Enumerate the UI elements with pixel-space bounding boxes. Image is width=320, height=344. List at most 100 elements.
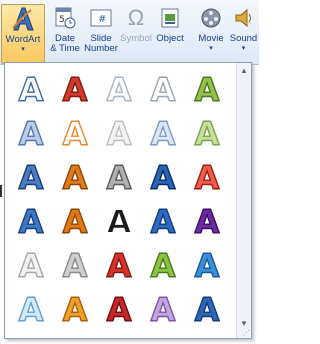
wordart-letter: A [19, 159, 44, 195]
wordart-style-option[interactable]: A [141, 67, 185, 111]
wordart-style-option[interactable]: A [185, 155, 229, 199]
wordart-letter-icon: A [18, 247, 44, 283]
wordart-style-option[interactable]: A [53, 287, 97, 331]
wordart-letter: A [195, 291, 220, 327]
wordart-style-option[interactable]: A [9, 199, 53, 243]
wordart-letter-icon: A [106, 247, 132, 283]
wordart-letter: A [107, 291, 132, 327]
wordart-letter: A [151, 203, 176, 239]
wordart-letter: A [107, 203, 132, 239]
object-button[interactable]: Object [153, 4, 187, 62]
wordart-style-option[interactable]: A [53, 67, 97, 111]
wordart-letter: A [63, 159, 88, 195]
wordart-style-option[interactable]: A [9, 111, 53, 155]
resize-grip-icon[interactable]: ⋰ [243, 329, 250, 337]
wordart-letter-icon: A [62, 159, 88, 195]
wordart-letter: A [151, 71, 176, 107]
slide-number-label-2: Number [84, 43, 118, 54]
wordart-style-option[interactable]: A [185, 111, 229, 155]
wordart-letter: A [63, 247, 88, 283]
wordart-style-option[interactable]: A [53, 111, 97, 155]
wordart-letter-icon: A [106, 203, 132, 239]
date-time-label-2: & Time [50, 43, 80, 54]
wordart-button[interactable]: WordArt ▾ [1, 4, 45, 64]
slide-number-icon: # [87, 4, 115, 32]
scroll-up-icon[interactable]: ▲ [240, 66, 248, 75]
wordart-style-option[interactable]: A [185, 287, 229, 331]
slide-number-button[interactable]: # Slide Number [84, 4, 118, 62]
symbol-button[interactable]: Ω Symbol [119, 4, 153, 62]
wordart-style-option[interactable]: A [53, 155, 97, 199]
wordart-style-option[interactable]: A [9, 155, 53, 199]
date-time-button[interactable]: 5 Date & Time [48, 4, 82, 62]
wordart-style-option[interactable]: A [9, 243, 53, 287]
wordart-letter: A [63, 115, 88, 151]
wordart-letter: A [107, 247, 132, 283]
wordart-style-option[interactable]: A [185, 199, 229, 243]
wordart-label: WordArt [5, 34, 41, 45]
wordart-icon [9, 5, 37, 33]
wordart-style-option[interactable]: A [97, 199, 141, 243]
wordart-letter-icon: A [194, 291, 220, 327]
wordart-letter-icon: A [150, 203, 176, 239]
speaker-icon [230, 4, 258, 32]
wordart-letter-icon: A [150, 247, 176, 283]
object-icon [156, 4, 184, 32]
wordart-letter: A [107, 71, 132, 107]
wordart-letter: A [19, 71, 44, 107]
movie-label: Movie [198, 33, 224, 44]
wordart-style-option[interactable]: A [97, 287, 141, 331]
wordart-letter-icon: A [194, 247, 220, 283]
wordart-letter: A [195, 159, 220, 195]
wordart-letter: A [63, 71, 88, 107]
slide-number-glyph: # [98, 14, 106, 25]
wordart-style-option[interactable]: A [97, 111, 141, 155]
wordart-style-option[interactable]: A [97, 67, 141, 111]
wordart-letter-icon: A [62, 291, 88, 327]
wordart-letter-icon: A [106, 291, 132, 327]
wordart-style-option[interactable]: A [97, 243, 141, 287]
gallery-scrollbar[interactable]: ▲ ▼ [236, 63, 251, 338]
wordart-letter: A [195, 247, 220, 283]
ribbon-insert-group: WordArt ▾ 5 Date & Time # Slide Number Ω… [0, 0, 259, 65]
wordart-letter: A [63, 291, 88, 327]
scroll-down-icon[interactable]: ▼ [240, 319, 248, 328]
chevron-down-icon: ▾ [209, 45, 213, 52]
sound-label: Sound [229, 33, 258, 44]
wordart-letter: A [19, 115, 44, 151]
calendar-clock-icon: 5 [51, 4, 79, 32]
wordart-letter-icon: A [194, 203, 220, 239]
wordart-letter-icon: A [18, 115, 44, 151]
film-reel-icon [197, 4, 225, 32]
wordart-style-option[interactable]: A [53, 243, 97, 287]
wordart-style-option[interactable]: A [9, 287, 53, 331]
wordart-letter-icon: A [150, 71, 176, 107]
wordart-style-option[interactable]: A [141, 287, 185, 331]
wordart-style-option[interactable]: A [185, 67, 229, 111]
wordart-style-option[interactable]: A [141, 155, 185, 199]
wordart-letter-icon: A [106, 159, 132, 195]
wordart-letter-icon: A [150, 159, 176, 195]
wordart-letter-icon: A [106, 115, 132, 151]
wordart-letter: A [195, 115, 220, 151]
wordart-style-option[interactable]: A [141, 199, 185, 243]
movie-button[interactable]: Movie ▾ [196, 4, 226, 62]
wordart-letter: A [19, 291, 44, 327]
chevron-down-icon: ▾ [21, 46, 25, 53]
symbol-label: Symbol [120, 33, 152, 44]
wordart-style-option[interactable]: A [185, 243, 229, 287]
wordart-letter-icon: A [194, 115, 220, 151]
omega-icon: Ω [127, 5, 145, 30]
wordart-style-option[interactable]: A [53, 199, 97, 243]
wordart-letter-icon: A [18, 291, 44, 327]
wordart-style-option[interactable]: A [97, 155, 141, 199]
chevron-down-icon: ▾ [241, 45, 246, 52]
wordart-letter: A [107, 159, 132, 195]
wordart-letter-icon: A [62, 247, 88, 283]
wordart-style-option[interactable]: A [9, 67, 53, 111]
wordart-letter-icon: A [194, 71, 220, 107]
sound-button[interactable]: Sound ▾ [228, 4, 259, 62]
wordart-style-option[interactable]: A [141, 111, 185, 155]
wordart-letter: A [107, 115, 132, 151]
wordart-style-option[interactable]: A [141, 243, 185, 287]
